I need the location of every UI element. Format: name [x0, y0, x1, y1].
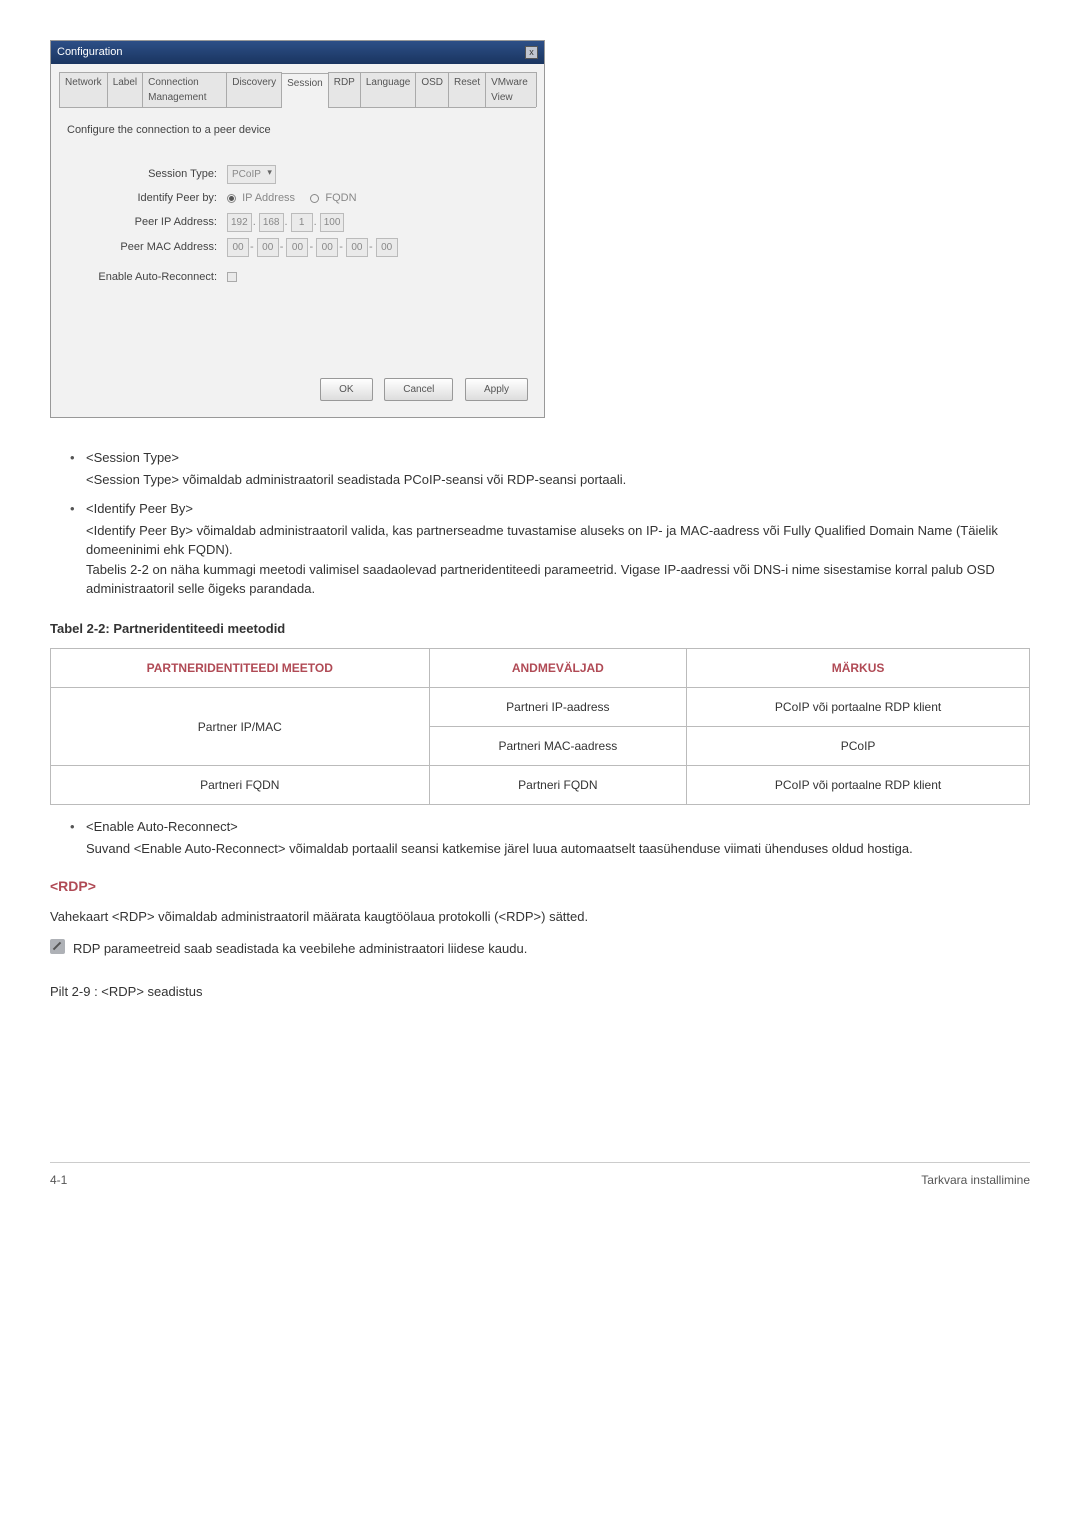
radio-ip-address[interactable]	[227, 194, 236, 203]
identify-peer-label: Identify Peer by:	[67, 190, 227, 207]
bullet-icon: •	[70, 499, 86, 599]
window-title: Configuration	[57, 44, 122, 61]
peer-mac-field[interactable]: 00- 00- 00- 00- 00- 00	[227, 238, 528, 257]
mac-1[interactable]: 00	[227, 238, 249, 257]
config-description: Configure the connection to a peer devic…	[59, 108, 536, 163]
rdp-heading: <RDP>	[50, 876, 1030, 897]
auto-reconnect-text: Suvand <Enable Auto-Reconnect> võimaldab…	[86, 839, 1030, 859]
methods-table: PARTNERIDENTITEEDI MEETOD ANDMEVÄLJAD MÄ…	[50, 648, 1030, 805]
th-method: PARTNERIDENTITEEDI MEETOD	[51, 649, 430, 688]
tab-rdp[interactable]: RDP	[328, 72, 361, 107]
session-type-title: <Session Type>	[86, 448, 1030, 468]
footer-left: 4-1	[50, 1171, 67, 1189]
tab-reset[interactable]: Reset	[448, 72, 486, 107]
note-text: RDP parameetreid saab seadistada ka veeb…	[73, 939, 527, 959]
mac-6[interactable]: 00	[376, 238, 398, 257]
tab-osd[interactable]: OSD	[415, 72, 449, 107]
mac-3[interactable]: 00	[286, 238, 308, 257]
mac-5[interactable]: 00	[346, 238, 368, 257]
auto-reconnect-label: Enable Auto-Reconnect:	[67, 269, 227, 286]
ip-octet-2[interactable]: 168	[259, 213, 284, 232]
session-type-text: <Session Type> võimaldab administraatori…	[86, 470, 1030, 490]
tab-row: Network Label Connection Management Disc…	[59, 72, 536, 108]
bullet-icon: •	[70, 817, 86, 858]
apply-button[interactable]: Apply	[465, 378, 528, 401]
tab-connection-management[interactable]: Connection Management	[142, 72, 227, 107]
window-body: Network Label Connection Management Disc…	[51, 64, 544, 418]
tab-language[interactable]: Language	[360, 72, 417, 107]
close-icon[interactable]: x	[525, 46, 538, 59]
window-titlebar: Configuration x	[51, 41, 544, 64]
page-footer: 4-1 Tarkvara installimine	[50, 1162, 1030, 1189]
tab-session[interactable]: Session	[281, 73, 329, 108]
th-fields: ANDMEVÄLJAD	[429, 649, 687, 688]
button-bar: OK Cancel Apply	[59, 288, 536, 405]
bullet-icon: •	[70, 448, 86, 489]
note-row: RDP parameetreid saab seadistada ka veeb…	[50, 939, 1030, 959]
config-window: Configuration x Network Label Connection…	[50, 40, 545, 418]
footer-right: Tarkvara installimine	[921, 1171, 1030, 1189]
identify-peer-text2: Tabelis 2-2 on näha kummagi meetodi vali…	[86, 560, 1030, 599]
cell-field-fqdn: Partneri FQDN	[429, 766, 687, 805]
cell-field-mac: Partneri MAC-aadress	[429, 727, 687, 766]
peer-ip-label: Peer IP Address:	[67, 214, 227, 231]
tab-vmware-view[interactable]: VMware View	[485, 72, 537, 107]
figure-caption: Pilt 2-9 : <RDP> seadistus	[50, 982, 1030, 1002]
auto-reconnect-checkbox[interactable]	[227, 272, 237, 282]
peer-mac-label: Peer MAC Address:	[67, 239, 227, 256]
cell-note-fqdn: PCoIP või portaalne RDP klient	[687, 766, 1030, 805]
tab-label[interactable]: Label	[107, 72, 143, 107]
rdp-intro: Vahekaart <RDP> võimaldab administraator…	[50, 907, 1030, 927]
cell-method-ipmac: Partner IP/MAC	[51, 688, 430, 766]
radio-fqdn-label: FQDN	[325, 192, 356, 204]
radio-fqdn[interactable]	[310, 194, 319, 203]
cell-field-ip: Partneri IP-aadress	[429, 688, 687, 727]
ip-octet-3[interactable]: 1	[291, 213, 313, 232]
option-list-2: • <Enable Auto-Reconnect> Suvand <Enable…	[50, 817, 1030, 858]
table-title: Tabel 2-2: Partneridentiteedi meetodid	[50, 619, 1030, 639]
cancel-button[interactable]: Cancel	[384, 378, 453, 401]
peer-ip-field[interactable]: 192. 168. 1. 100	[227, 213, 528, 232]
note-icon	[50, 939, 65, 954]
radio-ip-address-label: IP Address	[242, 192, 295, 204]
th-note: MÄRKUS	[687, 649, 1030, 688]
identify-peer-title: <Identify Peer By>	[86, 499, 1030, 519]
session-type-label: Session Type:	[67, 166, 227, 183]
auto-reconnect-title: <Enable Auto-Reconnect>	[86, 817, 1030, 837]
tab-network[interactable]: Network	[59, 72, 108, 107]
mac-2[interactable]: 00	[257, 238, 279, 257]
cell-note-ip: PCoIP või portaalne RDP klient	[687, 688, 1030, 727]
identify-peer-text1: <Identify Peer By> võimaldab administraa…	[86, 521, 1030, 560]
ip-octet-4[interactable]: 100	[320, 213, 345, 232]
cell-method-fqdn: Partneri FQDN	[51, 766, 430, 805]
option-list: • <Session Type> <Session Type> võimalda…	[50, 448, 1030, 599]
mac-4[interactable]: 00	[316, 238, 338, 257]
ok-button[interactable]: OK	[320, 378, 372, 401]
session-type-select[interactable]: PCoIP	[227, 165, 276, 184]
cell-note-mac: PCoIP	[687, 727, 1030, 766]
tab-discovery[interactable]: Discovery	[226, 72, 282, 107]
ip-octet-1[interactable]: 192	[227, 213, 252, 232]
